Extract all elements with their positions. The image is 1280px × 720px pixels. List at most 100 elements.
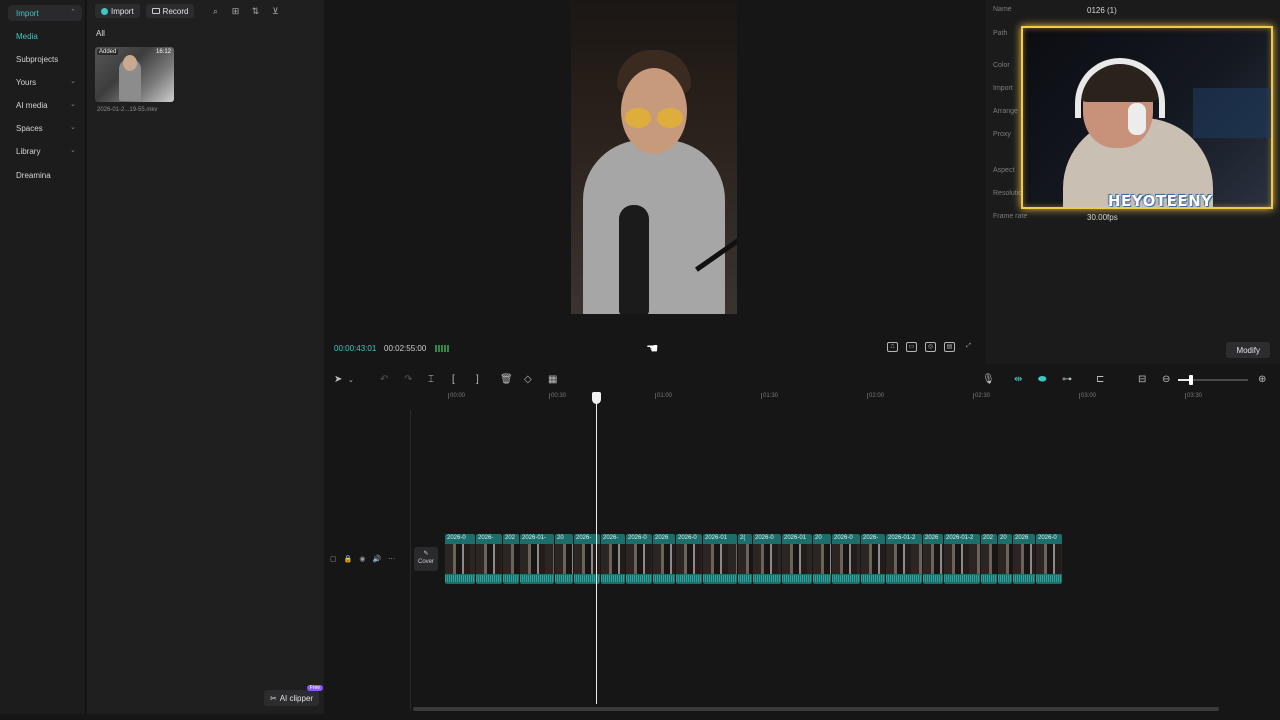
snapshot-icon[interactable]: ◎	[925, 342, 936, 352]
nav-dreamina[interactable]: Dreamina	[8, 167, 82, 183]
playhead-handle[interactable]	[592, 392, 601, 404]
media-item-thumbnail[interactable]: Added 16:12	[95, 47, 174, 102]
webcam-overlay: HEYOTEENY	[1021, 26, 1273, 209]
trim-icon[interactable]: ⎍	[887, 342, 898, 352]
filter-icon[interactable]: ⊻	[268, 6, 282, 17]
eye-icon[interactable]: ◉	[359, 555, 365, 563]
marker-icon[interactable]: ◇	[524, 374, 532, 385]
zoom-out-icon[interactable]: ⊖	[1162, 374, 1170, 385]
import-button[interactable]: Import	[95, 4, 140, 18]
clip-thumbnails	[861, 544, 885, 574]
timeline-clip[interactable]: 202	[503, 534, 519, 584]
sort-icon[interactable]: ⇅	[248, 6, 262, 17]
duration-label: 16:12	[155, 49, 171, 55]
clip-label: 2026	[655, 535, 669, 541]
play-button-hand-cursor-icon[interactable]: ☚	[646, 340, 659, 357]
select-tool-icon[interactable]: ➤	[334, 374, 342, 385]
timeline-clip[interactable]: 2(	[738, 534, 752, 584]
clip-label: 2026-0	[1038, 535, 1057, 541]
trim-left-icon[interactable]: [	[452, 374, 455, 385]
ai-edit-icon[interactable]: ▦	[548, 374, 557, 385]
timeline-ruler[interactable]: 00:00 00:30 01:00 01:30 02:00 02:30 03:0…	[412, 392, 1280, 404]
timeline-clip[interactable]: 2026-0	[832, 534, 860, 584]
timeline-clip[interactable]: 2026-01-2	[944, 534, 980, 584]
nav-subprojects[interactable]: Subprojects	[8, 51, 82, 67]
nav-subprojects-label: Subprojects	[16, 54, 59, 64]
timeline-clip[interactable]: 2026	[923, 534, 943, 584]
quality-icon[interactable]: ▤	[944, 342, 955, 352]
clip-audio-waveform	[738, 575, 752, 582]
link-clips-icon[interactable]: ⇹	[1014, 374, 1022, 385]
nav-yours[interactable]: Yours ⌄	[8, 74, 82, 90]
preview-video-frame[interactable]	[571, 0, 737, 314]
nav-library-label: Library	[16, 146, 41, 156]
audio-icon[interactable]: 🔊	[372, 555, 381, 563]
search-icon[interactable]: ⌕	[208, 6, 222, 17]
timeline-clip[interactable]: 2026	[1013, 534, 1035, 584]
grid-view-icon[interactable]: ⊞	[228, 6, 242, 17]
fullscreen-icon[interactable]: ⤢	[963, 342, 974, 352]
track-thumbnail-icon[interactable]: ▢	[330, 555, 337, 563]
playhead-line[interactable]	[596, 394, 597, 704]
timeline-clip[interactable]: 2026-0	[1036, 534, 1062, 584]
timeline-horizontal-scrollbar[interactable]	[413, 707, 1219, 711]
snap-icon[interactable]: ⊶	[1062, 374, 1072, 385]
timeline-clip[interactable]: 20	[813, 534, 831, 584]
redo-icon[interactable]: ↷	[404, 374, 412, 385]
timeline-clip[interactable]: 2026-01	[782, 534, 812, 584]
nav-import[interactable]: Import ⌃	[8, 5, 82, 21]
scissors-icon: ✂	[270, 693, 277, 703]
timeline-clip[interactable]: 2026-0	[626, 534, 652, 584]
timeline-clip[interactable]: 2026-01	[703, 534, 737, 584]
zoom-slider-handle[interactable]	[1189, 375, 1193, 385]
zoom-slider[interactable]	[1178, 375, 1248, 385]
aspect-ratio-icon[interactable]: ▭	[906, 342, 917, 352]
magnet-icon[interactable]: ⬬	[1038, 374, 1047, 385]
clip-audio-waveform	[1013, 575, 1035, 582]
delete-icon[interactable]: 🗑	[500, 374, 513, 385]
cover-label: Cover	[417, 559, 434, 565]
timeline-clip[interactable]: 2026-0	[445, 534, 475, 584]
clip-thumbnails	[555, 544, 573, 574]
split-icon[interactable]: ⌶	[428, 374, 434, 385]
more-icon[interactable]: ⋯	[388, 555, 395, 563]
timeline-clip[interactable]: 2026-	[861, 534, 885, 584]
timeline-clip[interactable]: 2026-	[601, 534, 625, 584]
modify-button[interactable]: Modify	[1226, 342, 1270, 358]
ai-clipper-button[interactable]: ✂ AI clipper Free	[264, 685, 324, 706]
clip-label: 2026-	[576, 535, 592, 541]
nav-media[interactable]: Media	[8, 28, 82, 44]
clip-thumbnails	[832, 544, 860, 574]
timeline-clip[interactable]: 20	[998, 534, 1012, 584]
timeline-clip[interactable]: 2026-01-	[520, 534, 554, 584]
streamer-logo: HEYOTEENY	[1108, 192, 1213, 209]
preview-axis-icon[interactable]: ⊏	[1096, 374, 1104, 385]
timeline-clip[interactable]: 202	[981, 534, 997, 584]
zoom-in-icon[interactable]: ⊕	[1258, 374, 1266, 385]
timeline-clip[interactable]: 2026	[653, 534, 675, 584]
undo-icon[interactable]: ↶	[380, 374, 388, 385]
current-time: 00:00:43:01	[334, 344, 377, 353]
ruler-tick: 02:00	[866, 393, 885, 399]
lock-icon[interactable]: 🔒	[344, 555, 353, 563]
filter-tab-all[interactable]: All	[96, 29, 105, 38]
timeline-clip[interactable]: 2026-0	[676, 534, 702, 584]
timeline-clip[interactable]: 2026-0	[753, 534, 781, 584]
trim-right-icon[interactable]: ]	[476, 374, 479, 385]
chevron-down-icon[interactable]: ⌄	[348, 376, 354, 384]
microphone-icon[interactable]: 🎙	[982, 374, 995, 385]
nav-spaces[interactable]: Spaces ⌄	[8, 120, 82, 136]
clip-thumbnails	[813, 544, 831, 574]
clip-label: 2026-	[478, 535, 494, 541]
timeline-clip[interactable]: 2026-01-2	[886, 534, 922, 584]
timeline-clip[interactable]: 2026-	[476, 534, 502, 584]
clip-audio-waveform	[998, 575, 1012, 582]
timeline-clip[interactable]: 20	[555, 534, 573, 584]
camera-icon	[151, 8, 160, 14]
caption-icon[interactable]: ⊟	[1138, 374, 1146, 385]
nav-library[interactable]: Library ⌄	[8, 143, 82, 159]
clip-audio-waveform	[813, 575, 831, 582]
nav-ai-media[interactable]: AI media ⌄	[8, 97, 82, 113]
cover-button[interactable]: ✎ Cover	[414, 547, 438, 571]
record-button[interactable]: Record	[145, 4, 195, 18]
